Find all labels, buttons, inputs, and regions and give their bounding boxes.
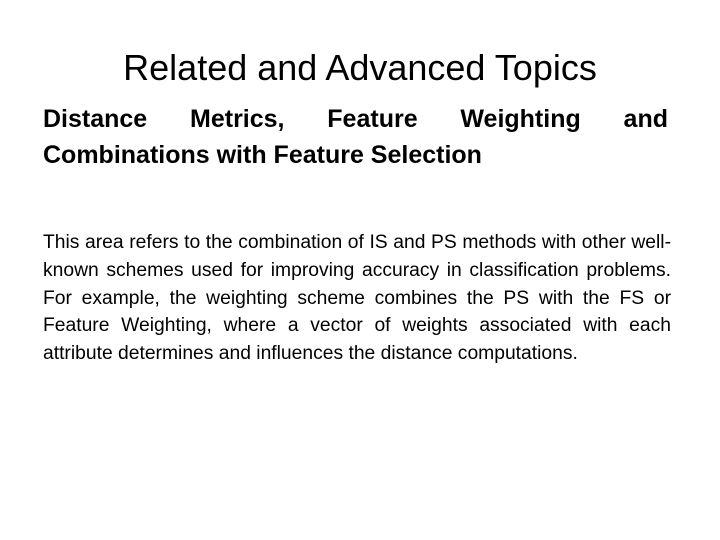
slide-title: Related and Advanced Topics <box>123 47 597 88</box>
slide: { "slide": { "title": "Related and Advan… <box>0 0 720 540</box>
slide-body-text: This area refers to the combination of I… <box>43 232 671 365</box>
slide-subtitle: Distance Metrics, Feature Weighting and … <box>43 105 668 169</box>
